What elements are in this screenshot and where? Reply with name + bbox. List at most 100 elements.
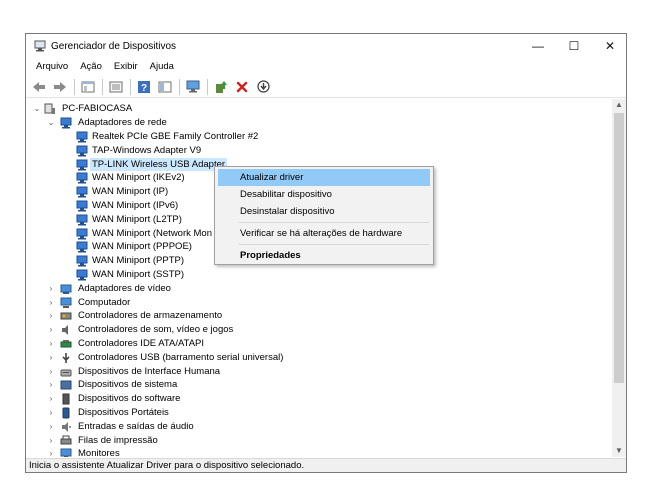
ctx-properties[interactable]: Propriedades bbox=[218, 247, 430, 264]
device-category-label: Entradas e saídas de áudio bbox=[78, 420, 194, 432]
close-button[interactable]: ✕ bbox=[592, 34, 628, 58]
window-title: Gerenciador de Dispositivos bbox=[51, 41, 177, 52]
status-bar: Inicia o assistente Atualizar Driver par… bbox=[26, 458, 626, 472]
network-adapter-label: WAN Miniport (PPPOE) bbox=[92, 241, 192, 253]
expand-chevron-icon[interactable]: › bbox=[46, 447, 56, 457]
expand-chevron-icon[interactable]: › bbox=[46, 337, 56, 351]
scan-download-icon[interactable] bbox=[254, 78, 272, 96]
network-adapter-icon bbox=[60, 117, 72, 129]
device-category-label: Filas de impressão bbox=[78, 434, 158, 446]
expand-chevron-icon[interactable]: › bbox=[46, 365, 56, 379]
network-adapter-icon bbox=[76, 172, 88, 184]
expand-chevron-icon[interactable]: › bbox=[46, 406, 56, 420]
computer-icon bbox=[60, 297, 72, 308]
network-adapter-icon bbox=[76, 241, 88, 253]
toolbar-separator bbox=[179, 78, 180, 95]
device-category-label: Monitores bbox=[78, 448, 120, 457]
network-adapter-label: WAN Miniport (PPTP) bbox=[92, 255, 185, 267]
device-tree: ⌄ PC-FABIOCASA ⌄ Adaptadores de rede Rea… bbox=[26, 99, 612, 457]
toolbar-separator bbox=[74, 78, 75, 95]
network-adapter-label: WAN Miniport (SSTP) bbox=[92, 269, 185, 280]
toolbar-separator bbox=[130, 78, 131, 95]
network-adapter-icon bbox=[76, 159, 88, 171]
audio-io-icon bbox=[62, 421, 71, 432]
printer-icon bbox=[60, 435, 72, 445]
network-adapter-label: WAN Miniport (IKEv2) bbox=[92, 172, 185, 184]
menu-arquivo[interactable]: Arquivo bbox=[30, 58, 74, 76]
view-panel-icon[interactable] bbox=[156, 78, 174, 96]
network-adapter-label: WAN Miniport (Network Mon bbox=[92, 227, 213, 239]
usb-icon bbox=[62, 352, 70, 363]
menu-bar: Arquivo Ação Exibir Ajuda bbox=[26, 58, 626, 76]
menu-ajuda[interactable]: Ajuda bbox=[144, 58, 180, 76]
storage-controller-icon bbox=[60, 312, 72, 320]
device-category-label: Adaptadores de vídeo bbox=[78, 282, 171, 294]
network-adapter-icon bbox=[76, 214, 88, 226]
expand-chevron-icon[interactable]: › bbox=[46, 323, 56, 337]
device-category-label: Controladores de som, vídeo e jogos bbox=[78, 324, 234, 336]
expand-chevron-icon[interactable]: › bbox=[46, 296, 56, 310]
network-adapter-icon bbox=[76, 131, 88, 143]
device-category-label: Controladores USB (barramento serial uni… bbox=[78, 351, 284, 363]
expand-chevron-icon[interactable]: › bbox=[46, 378, 56, 392]
expand-chevron-icon[interactable]: › bbox=[46, 282, 56, 296]
device-category-label: Dispositivos do software bbox=[78, 393, 181, 405]
scrollbar-thumb[interactable] bbox=[614, 113, 624, 383]
scroll-down-icon[interactable]: ▼ bbox=[612, 445, 626, 457]
network-adapter-label: WAN Miniport (IP) bbox=[92, 186, 169, 198]
update-driver-icon[interactable] bbox=[212, 78, 230, 96]
network-adapter-label: WAN Miniport (L2TP) bbox=[92, 213, 182, 225]
expand-chevron-icon[interactable]: › bbox=[46, 351, 56, 365]
monitor-icon bbox=[60, 448, 72, 457]
network-adapter-icon bbox=[76, 269, 88, 281]
ctx-disable-device[interactable]: Desabilitar dispositivo bbox=[218, 186, 430, 203]
collapse-chevron-icon[interactable]: ⌄ bbox=[32, 102, 42, 116]
minimize-button[interactable]: — bbox=[520, 34, 556, 58]
tree-root-label: PC-FABIOCASA bbox=[62, 103, 133, 114]
update-list-icon[interactable] bbox=[107, 78, 125, 96]
network-adapter-icon bbox=[76, 145, 88, 157]
uninstall-x-icon[interactable] bbox=[233, 78, 251, 96]
expand-chevron-icon[interactable]: › bbox=[46, 392, 56, 406]
device-category-label: Dispositivos de Interface Humana bbox=[78, 365, 221, 377]
network-adapter-label: TAP-Windows Adapter V9 bbox=[92, 144, 202, 156]
ctx-update-driver[interactable]: Atualizar driver bbox=[218, 169, 430, 186]
maximize-button[interactable]: ☐ bbox=[556, 34, 592, 58]
network-adapter-icon bbox=[76, 255, 88, 267]
toolbar-separator bbox=[102, 78, 103, 95]
network-adapter-icon bbox=[76, 200, 88, 212]
portable-device-icon bbox=[62, 407, 70, 419]
menu-acao[interactable]: Ação bbox=[74, 58, 108, 76]
toolbar: ? bbox=[26, 76, 626, 98]
network-adapter-icon bbox=[76, 228, 88, 240]
monitor-icon[interactable] bbox=[184, 78, 202, 96]
toolbar-separator bbox=[207, 78, 208, 95]
device-category-label: Dispositivos Portáteis bbox=[78, 407, 169, 418]
help-icon[interactable]: ? bbox=[135, 78, 153, 96]
tree-group-label: Adaptadores de rede bbox=[78, 117, 167, 128]
forward-arrow-icon[interactable] bbox=[51, 78, 69, 96]
ide-controller-icon bbox=[60, 340, 72, 348]
expand-chevron-icon[interactable]: › bbox=[46, 309, 56, 323]
computer-root-icon bbox=[44, 103, 55, 114]
device-category-label: Computador bbox=[78, 296, 131, 308]
network-adapter-icon bbox=[76, 186, 88, 198]
system-device-icon bbox=[60, 380, 72, 390]
ctx-separator bbox=[239, 222, 429, 223]
device-category-label: Controladores de armazenamento bbox=[78, 310, 223, 322]
hid-icon bbox=[60, 369, 72, 377]
menu-exibir[interactable]: Exibir bbox=[108, 58, 144, 76]
device-category-label: Dispositivos de sistema bbox=[78, 379, 178, 391]
network-adapter-label: Realtek PCIe GBE Family Controller #2 bbox=[92, 131, 259, 142]
expand-chevron-icon[interactable]: › bbox=[46, 420, 56, 434]
scroll-up-icon[interactable]: ▲ bbox=[612, 99, 626, 111]
vertical-scrollbar[interactable]: ▲ ▼ bbox=[612, 99, 626, 457]
title-bar[interactable]: Gerenciador de Dispositivos — ☐ ✕ bbox=[26, 34, 626, 58]
ctx-uninstall-device[interactable]: Desinstalar dispositivo bbox=[218, 203, 430, 220]
collapse-chevron-icon[interactable]: ⌄ bbox=[46, 116, 56, 130]
expand-chevron-icon[interactable]: › bbox=[46, 434, 56, 448]
ctx-scan-hardware[interactable]: Verificar se há alterações de hardware bbox=[218, 225, 430, 242]
network-adapter-label: WAN Miniport (IPv6) bbox=[92, 200, 179, 211]
properties-sheet-icon[interactable] bbox=[79, 78, 97, 96]
back-arrow-icon[interactable] bbox=[30, 78, 48, 96]
